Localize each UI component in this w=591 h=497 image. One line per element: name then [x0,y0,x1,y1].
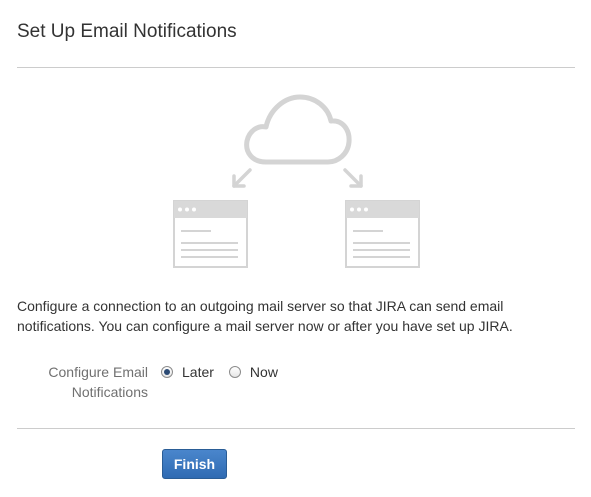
radio-now[interactable] [228,366,241,378]
arrow-down-left-icon [232,168,252,188]
email-illustration [173,94,420,268]
finish-button[interactable]: Finish [162,449,227,479]
radio-now-label[interactable]: Now [250,362,278,382]
radio-later[interactable] [161,366,173,378]
configure-email-label: Configure Email Notifications [48,364,148,400]
header-divider [17,67,575,68]
arrow-down-right-icon [343,168,363,188]
radio-option-later[interactable]: Later [161,362,214,382]
browser-window-icon [345,200,420,268]
setup-description: Configure a connection to an outgoing ma… [17,298,513,334]
cloud-icon [244,94,352,165]
footer-divider [17,428,575,429]
page-title: Set Up Email Notifications [17,21,237,42]
email-notifications-radio-group: Later Now [161,362,293,382]
radio-option-now[interactable]: Now [228,362,278,382]
radio-later-label[interactable]: Later [182,362,214,382]
browser-window-icon [173,200,248,268]
